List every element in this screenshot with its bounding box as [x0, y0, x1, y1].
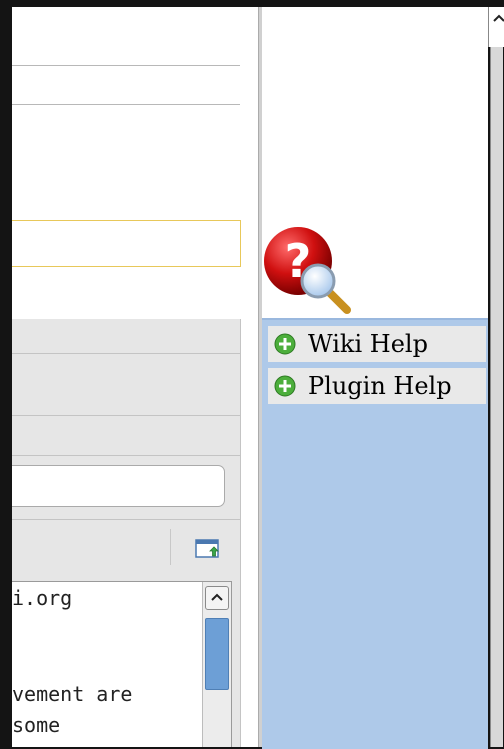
scroll-up-button[interactable]	[205, 586, 229, 610]
highlighted-input-box[interactable]	[12, 220, 241, 267]
wiki-help-item[interactable]: Wiki Help	[268, 326, 486, 362]
wiki-help-label: Wiki Help	[308, 330, 428, 358]
chevron-up-icon	[211, 593, 223, 601]
plus-circle-icon	[274, 375, 296, 397]
help-panel: ? Wiki Help Plugin Help	[262, 7, 488, 749]
plugin-help-label: Plugin Help	[308, 372, 452, 400]
edit-form-section: i.org vement are some	[12, 319, 241, 747]
form-row-separator	[12, 455, 240, 456]
insert-image-icon	[195, 539, 219, 558]
editor-text-line: some	[12, 713, 61, 737]
scroll-up-button[interactable]	[488, 7, 504, 47]
window-frame-left	[0, 0, 12, 747]
plus-circle-icon	[274, 333, 296, 355]
toolbar-divider	[170, 529, 171, 565]
form-row-separator	[12, 353, 240, 354]
editor-panel: i.org vement are some	[12, 7, 258, 747]
editor-text-line: vement are	[12, 682, 133, 706]
wiki-text-editor[interactable]: i.org vement are some	[12, 581, 232, 747]
window-frame-top	[0, 0, 504, 7]
form-row-separator	[12, 415, 240, 416]
divider-line	[12, 65, 240, 66]
scroll-thumb[interactable]	[205, 618, 229, 690]
scroll-track[interactable]	[490, 47, 503, 747]
editor-text-line: i.org	[12, 586, 73, 610]
help-magnifier-icon: ?	[262, 225, 357, 320]
toolbar-separator	[12, 519, 240, 520]
summary-input[interactable]	[12, 465, 225, 507]
window-scrollbar[interactable]	[488, 7, 504, 747]
divider-line	[12, 104, 240, 105]
editor-scrollbar[interactable]	[202, 582, 231, 747]
insert-image-button[interactable]	[194, 537, 222, 563]
chevron-up-icon	[493, 14, 504, 22]
help-list: Wiki Help Plugin Help	[262, 318, 488, 749]
plugin-help-item[interactable]: Plugin Help	[268, 368, 486, 404]
